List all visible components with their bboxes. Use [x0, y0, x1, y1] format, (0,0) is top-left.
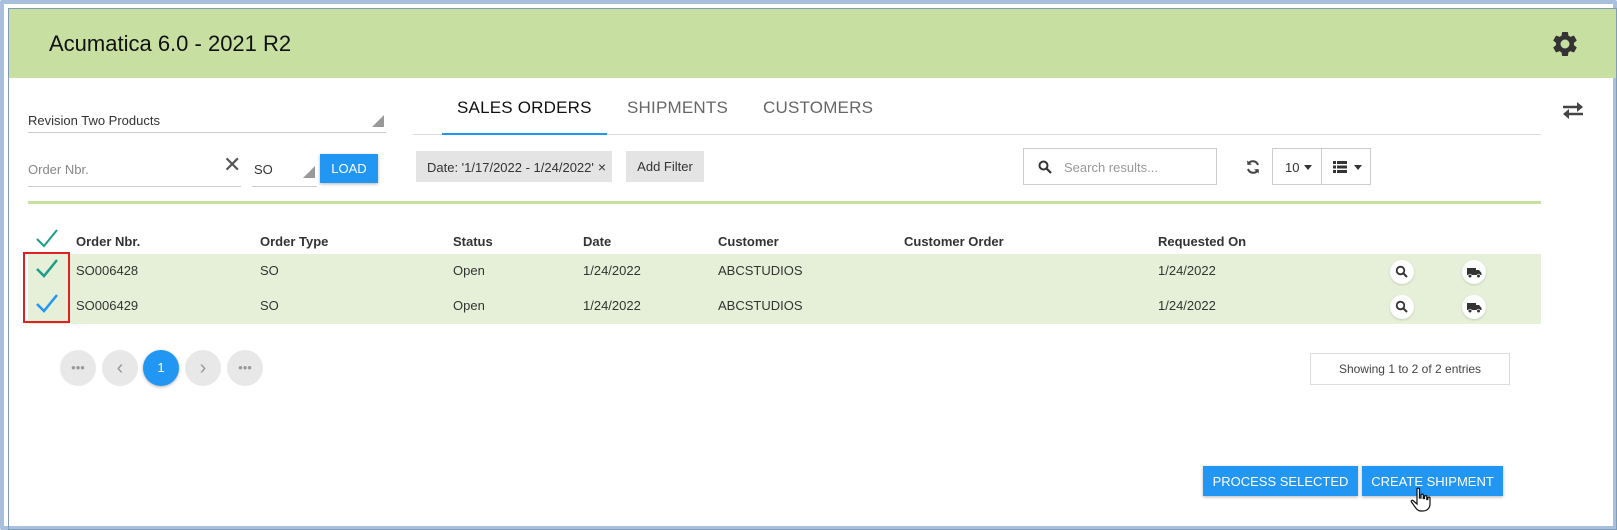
load-button[interactable]: LOAD	[320, 154, 378, 183]
column-header-status[interactable]: Status	[453, 234, 493, 249]
cell-status: Open	[453, 263, 485, 278]
active-tab-indicator	[442, 133, 607, 135]
cell-order-type: SO	[260, 263, 279, 278]
view-order-button[interactable]	[1390, 295, 1414, 319]
tab-sales-orders[interactable]: SALES ORDERS	[457, 98, 592, 118]
ship-order-button[interactable]	[1462, 295, 1486, 319]
column-header-date[interactable]: Date	[583, 234, 611, 249]
select-all-checkmark-icon[interactable]	[34, 226, 60, 252]
column-header-order-type[interactable]: Order Type	[260, 234, 328, 249]
magnifier-icon	[1395, 265, 1408, 278]
page-size-dropdown[interactable]: 10	[1272, 148, 1322, 185]
app-window: Acumatica 6.0 - 2021 R2 Revision Two Pro…	[8, 8, 1617, 530]
ship-order-button[interactable]	[1462, 260, 1486, 284]
cell-status: Open	[453, 298, 485, 313]
row-selected-checkmark-icon[interactable]	[34, 256, 60, 282]
add-filter-button[interactable]: Add Filter	[626, 151, 704, 182]
remove-filter-icon[interactable]: ×	[598, 159, 606, 175]
pager-first-button[interactable]: •••	[60, 350, 96, 386]
pager-page-1[interactable]: 1	[143, 350, 179, 386]
cell-customer: ABCSTUDIOS	[718, 298, 803, 313]
row-selected-checkmark-icon[interactable]	[34, 291, 60, 317]
cell-order-nbr[interactable]: SO006429	[76, 298, 138, 313]
corner-caret-icon	[372, 115, 384, 127]
date-filter-chip[interactable]: Date: '1/17/2022 - 1/24/2022' ×	[416, 151, 612, 182]
cell-date: 1/24/2022	[583, 263, 641, 278]
page-size-value: 10	[1285, 160, 1300, 175]
create-shipment-button[interactable]: CREATE SHIPMENT	[1362, 466, 1503, 496]
app-frame: Acumatica 6.0 - 2021 R2 Revision Two Pro…	[0, 0, 1617, 530]
column-header-customer-order[interactable]: Customer Order	[904, 234, 1004, 249]
magnifier-icon	[1395, 300, 1408, 313]
column-header-order-nbr[interactable]: Order Nbr.	[76, 234, 140, 249]
column-header-customer[interactable]: Customer	[718, 234, 779, 249]
list-view-icon	[1333, 161, 1347, 173]
chevron-down-icon	[1354, 165, 1362, 170]
app-header: Acumatica 6.0 - 2021 R2	[9, 9, 1616, 78]
order-number-input[interactable]	[28, 152, 241, 187]
cell-order-type: SO	[260, 298, 279, 313]
view-mode-dropdown[interactable]	[1321, 148, 1371, 185]
refresh-icon[interactable]	[1245, 159, 1261, 175]
profile-select[interactable]: Revision Two Products	[28, 103, 386, 133]
gear-icon[interactable]	[1550, 29, 1580, 59]
swap-arrows-icon[interactable]	[1560, 99, 1586, 121]
tab-shipments[interactable]: SHIPMENTS	[627, 98, 728, 118]
date-filter-label: Date: '1/17/2022 - 1/24/2022'	[427, 160, 594, 175]
table-top-divider	[28, 201, 1541, 204]
app-title: Acumatica 6.0 - 2021 R2	[49, 31, 292, 56]
order-type-select[interactable]: SO	[252, 152, 317, 187]
pager-prev-button[interactable]: ‹	[102, 350, 138, 386]
pager-next-button[interactable]: ›	[185, 350, 221, 386]
cell-requested-on: 1/24/2022	[1158, 298, 1216, 313]
order-type-value: SO	[254, 162, 273, 177]
tab-customers[interactable]: CUSTOMERS	[763, 98, 873, 118]
table-row[interactable]: SO006429 SO Open 1/24/2022 ABCSTUDIOS 1/…	[28, 289, 1541, 324]
pager-last-button[interactable]: •••	[227, 350, 263, 386]
corner-caret-icon	[303, 166, 315, 178]
cell-date: 1/24/2022	[583, 298, 641, 313]
process-selected-button[interactable]: PROCESS SELECTED	[1203, 466, 1358, 496]
cell-order-nbr[interactable]: SO006428	[76, 263, 138, 278]
table-row[interactable]: SO006428 SO Open 1/24/2022 ABCSTUDIOS 1/…	[28, 254, 1541, 289]
cell-requested-on: 1/24/2022	[1158, 263, 1216, 278]
chevron-down-icon	[1304, 165, 1312, 170]
clear-icon[interactable]: ✕	[223, 154, 241, 176]
search-icon	[1038, 160, 1052, 174]
tab-bar: SALES ORDERS SHIPMENTS CUSTOMERS	[413, 86, 1541, 135]
search-input[interactable]	[1064, 157, 1209, 177]
profile-select-value: Revision Two Products	[28, 113, 160, 128]
truck-icon	[1467, 268, 1482, 279]
truck-icon	[1467, 303, 1482, 314]
cell-customer: ABCSTUDIOS	[718, 263, 803, 278]
search-box	[1023, 148, 1217, 185]
entries-summary: Showing 1 to 2 of 2 entries	[1310, 353, 1510, 385]
column-header-requested-on[interactable]: Requested On	[1158, 234, 1246, 249]
view-order-button[interactable]	[1390, 260, 1414, 284]
